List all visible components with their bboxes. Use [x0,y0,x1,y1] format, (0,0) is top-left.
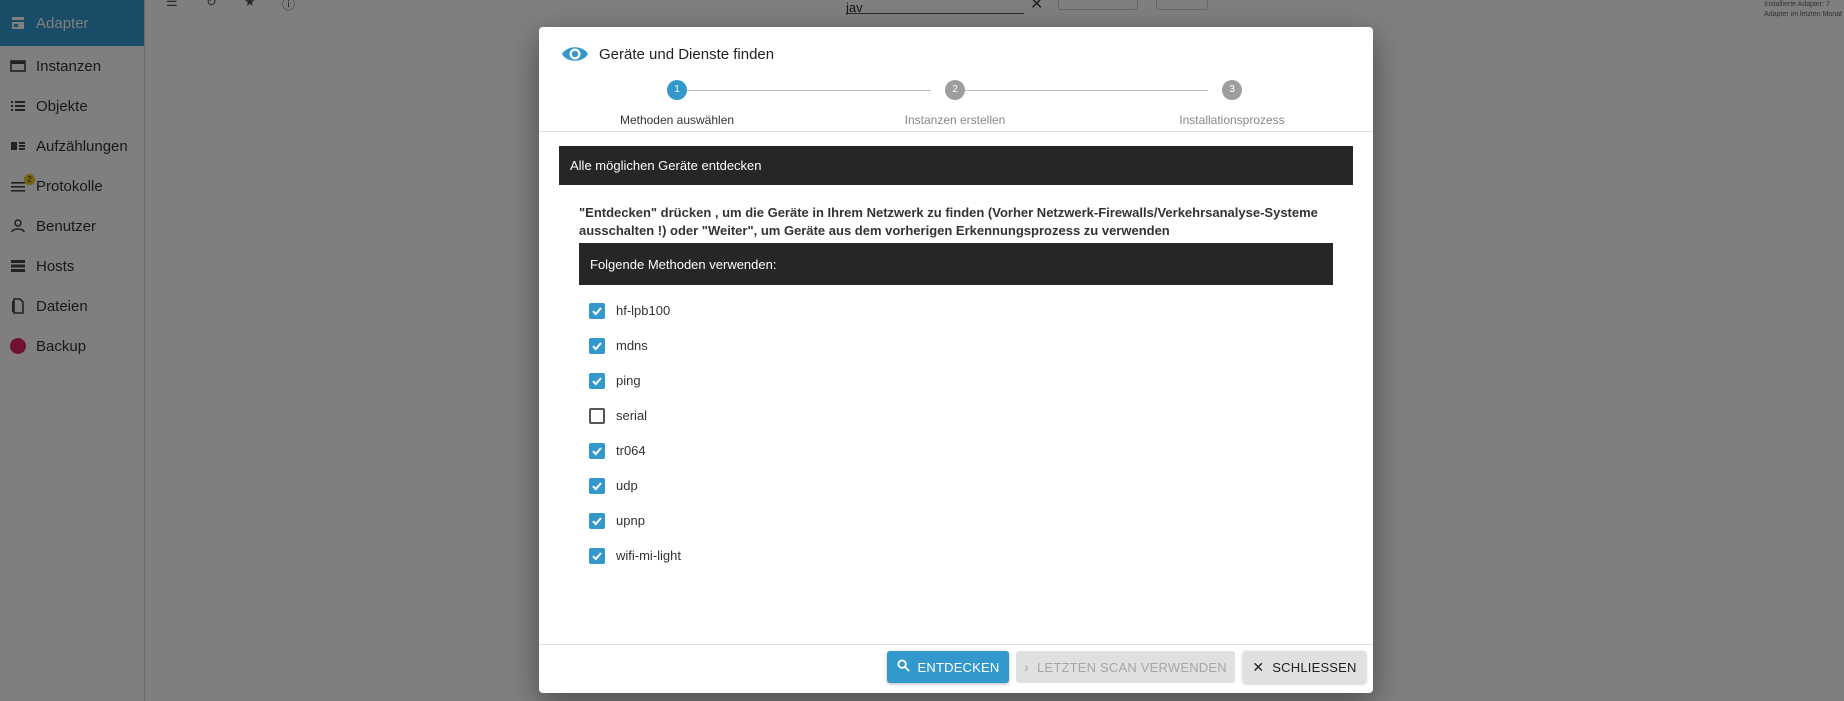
checkbox-checked-icon[interactable] [589,302,605,319]
checkbox-checked-icon[interactable] [589,337,605,354]
dialog-title: Geräte und Dienste finden [561,43,774,65]
method-item[interactable]: serial [589,398,989,433]
method-item[interactable]: mdns [589,328,989,363]
section-header: Alle möglichen Geräte entdecken [559,146,1353,185]
checkbox-checked-icon[interactable] [589,442,605,459]
method-label: upnp [616,513,645,528]
discover-button[interactable]: ENTDECKEN [887,651,1009,683]
discovery-dialog: Geräte und Dienste finden 1 Methoden aus… [539,27,1373,693]
close-button-label: SCHLIESSEN [1272,659,1357,675]
method-item[interactable]: tr064 [589,433,989,468]
method-label: ping [616,373,641,388]
chevron-right-icon: › [1024,659,1030,675]
method-label: hf-lpb100 [616,303,671,318]
step-label: Instanzen erstellen [904,113,1006,127]
method-item[interactable]: hf-lpb100 [589,293,989,328]
use-last-scan-button[interactable]: › LETZTEN SCAN VERWENDEN [1016,651,1235,683]
method-item[interactable]: wifi-mi-light [589,538,989,573]
checkbox-checked-icon[interactable] [589,477,605,494]
close-icon: ✕ [1252,658,1265,675]
search-icon [896,659,910,675]
method-item[interactable]: udp [589,468,989,503]
step-2: 2 Instanzen erstellen [845,80,1065,127]
method-item[interactable]: ping [589,363,989,398]
step-label: Installationsprozess [1179,113,1285,127]
eye-icon [562,47,588,61]
method-list: hf-lpb100 mdns ping serial tr064 udp upnp wifi-… [589,293,989,573]
header-divider [539,131,1373,132]
method-item[interactable]: upnp [589,503,989,538]
method-label: mdns [616,338,648,353]
method-label: udp [616,478,638,493]
method-label: wifi-mi-light [616,548,681,563]
checkbox-checked-icon[interactable] [589,547,605,564]
step-1: 1 Methoden auswählen [567,80,787,127]
step-label: Methoden auswählen [619,113,735,127]
step-number: 3 [1222,80,1242,100]
checkbox-checked-icon[interactable] [589,372,605,389]
checkbox-unchecked-icon[interactable] [589,407,605,424]
method-label: tr064 [616,443,646,458]
dialog-title-text: Geräte und Dienste finden [599,45,775,63]
discover-button-label: ENTDECKEN [917,659,1000,675]
checkbox-checked-icon[interactable] [589,512,605,529]
method-label: serial [616,408,648,423]
dialog-actions: ENTDECKEN › LETZTEN SCAN VERWENDEN ✕ SCH… [539,645,1373,693]
use-last-scan-label: LETZTEN SCAN VERWENDEN [1037,659,1227,675]
methods-header: Folgende Methoden verwenden: [579,243,1333,285]
close-button[interactable]: ✕ SCHLIESSEN [1243,651,1366,683]
step-3: 3 Installationsprozess [1122,80,1342,127]
step-number: 1 [667,80,687,100]
step-number: 2 [945,80,965,100]
instructions-text: "Entdecken" drücken , um die Geräte in I… [579,205,1318,238]
